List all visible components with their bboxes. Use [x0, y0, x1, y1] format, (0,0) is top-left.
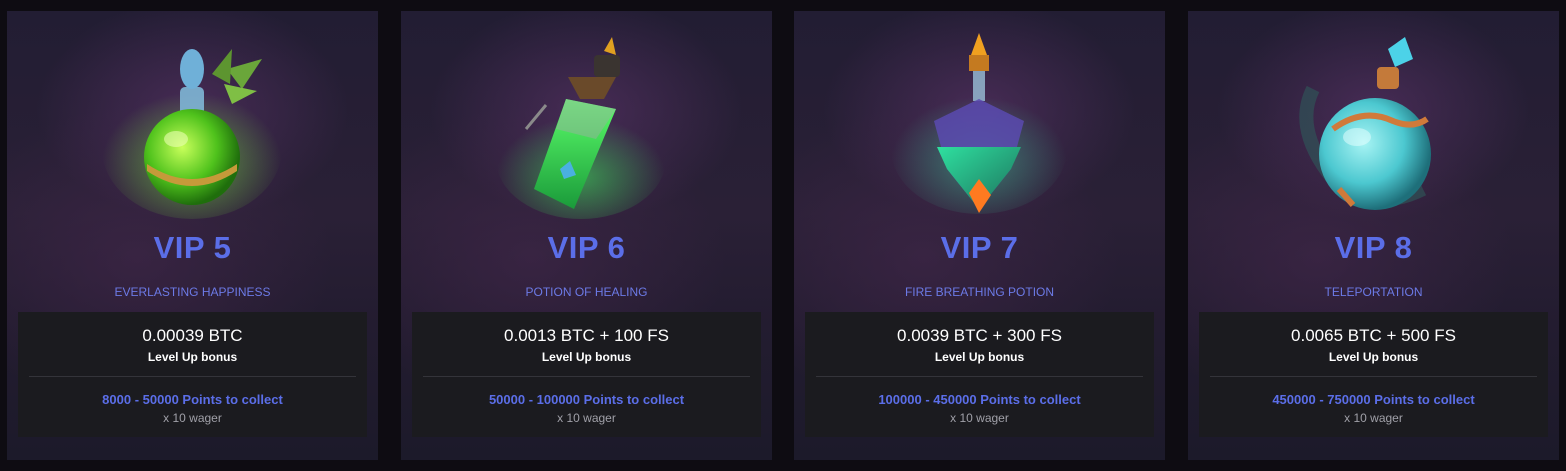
green-round-potion-icon [102, 49, 282, 219]
vip-level-name: POTION OF HEALING [525, 285, 648, 299]
vip-level-title: VIP 5 [153, 230, 232, 265]
bonus-panel: 0.0039 BTC + 300 FS Level Up bonus 10000… [805, 312, 1154, 437]
wager-requirement: x 10 wager [950, 411, 1009, 425]
divider [29, 376, 356, 377]
bonus-panel: 0.0013 BTC + 100 FS Level Up bonus 50000… [412, 312, 761, 437]
vip-card-7[interactable]: VIP 7 FIRE BREATHING POTION 0.0039 BTC +… [794, 11, 1165, 460]
wager-requirement: x 10 wager [557, 411, 616, 425]
wager-requirement: x 10 wager [1344, 411, 1403, 425]
reward-amount: 0.0013 BTC + 100 FS [504, 326, 669, 345]
vip-levels-row: VIP 5 EVERLASTING HAPPINESS 0.00039 BTC … [0, 0, 1566, 471]
reward-label: Level Up bonus [541, 350, 632, 364]
reward-label: Level Up bonus [147, 350, 238, 364]
vip-level-title: VIP 7 [940, 230, 1019, 265]
vip-level-title: VIP 8 [1334, 230, 1413, 265]
crystal-potion-icon [891, 33, 1067, 214]
points-requirement: 50000 - 100000 Points to collect [488, 392, 685, 407]
bonus-panel: 0.00039 BTC Level Up bonus 8000 - 50000 … [18, 312, 367, 437]
reward-amount: 0.0065 BTC + 500 FS [1291, 326, 1456, 345]
vip-card-6[interactable]: VIP 6 POTION OF HEALING 0.0013 BTC + 100… [401, 11, 772, 460]
divider [423, 376, 750, 377]
reward-amount: 0.0039 BTC + 300 FS [897, 326, 1062, 345]
points-requirement: 450000 - 750000 Points to collect [1272, 392, 1475, 407]
vip-level-name: FIRE BREATHING POTION [904, 285, 1055, 299]
vip-level-name: TELEPORTATION [1324, 285, 1423, 299]
vip-level-title: VIP 6 [547, 230, 626, 265]
green-flask-potion-icon [496, 37, 666, 219]
wager-requirement: x 10 wager [163, 411, 222, 425]
vip-card-8[interactable]: VIP 8 TELEPORTATION 0.0065 BTC + 500 FS … [1188, 11, 1559, 460]
divider [1210, 376, 1537, 377]
reward-label: Level Up bonus [1328, 350, 1419, 364]
vip-card-5[interactable]: VIP 5 EVERLASTING HAPPINESS 0.00039 BTC … [7, 11, 378, 460]
divider [816, 376, 1143, 377]
bonus-panel: 0.0065 BTC + 500 FS Level Up bonus 45000… [1199, 312, 1548, 437]
points-requirement: 8000 - 50000 Points to collect [102, 392, 283, 407]
reward-label: Level Up bonus [934, 350, 1025, 364]
teal-round-potion-icon [1299, 37, 1431, 210]
points-requirement: 100000 - 450000 Points to collect [878, 392, 1081, 407]
vip-level-name: EVERLASTING HAPPINESS [114, 285, 271, 299]
reward-amount: 0.00039 BTC [142, 326, 243, 345]
